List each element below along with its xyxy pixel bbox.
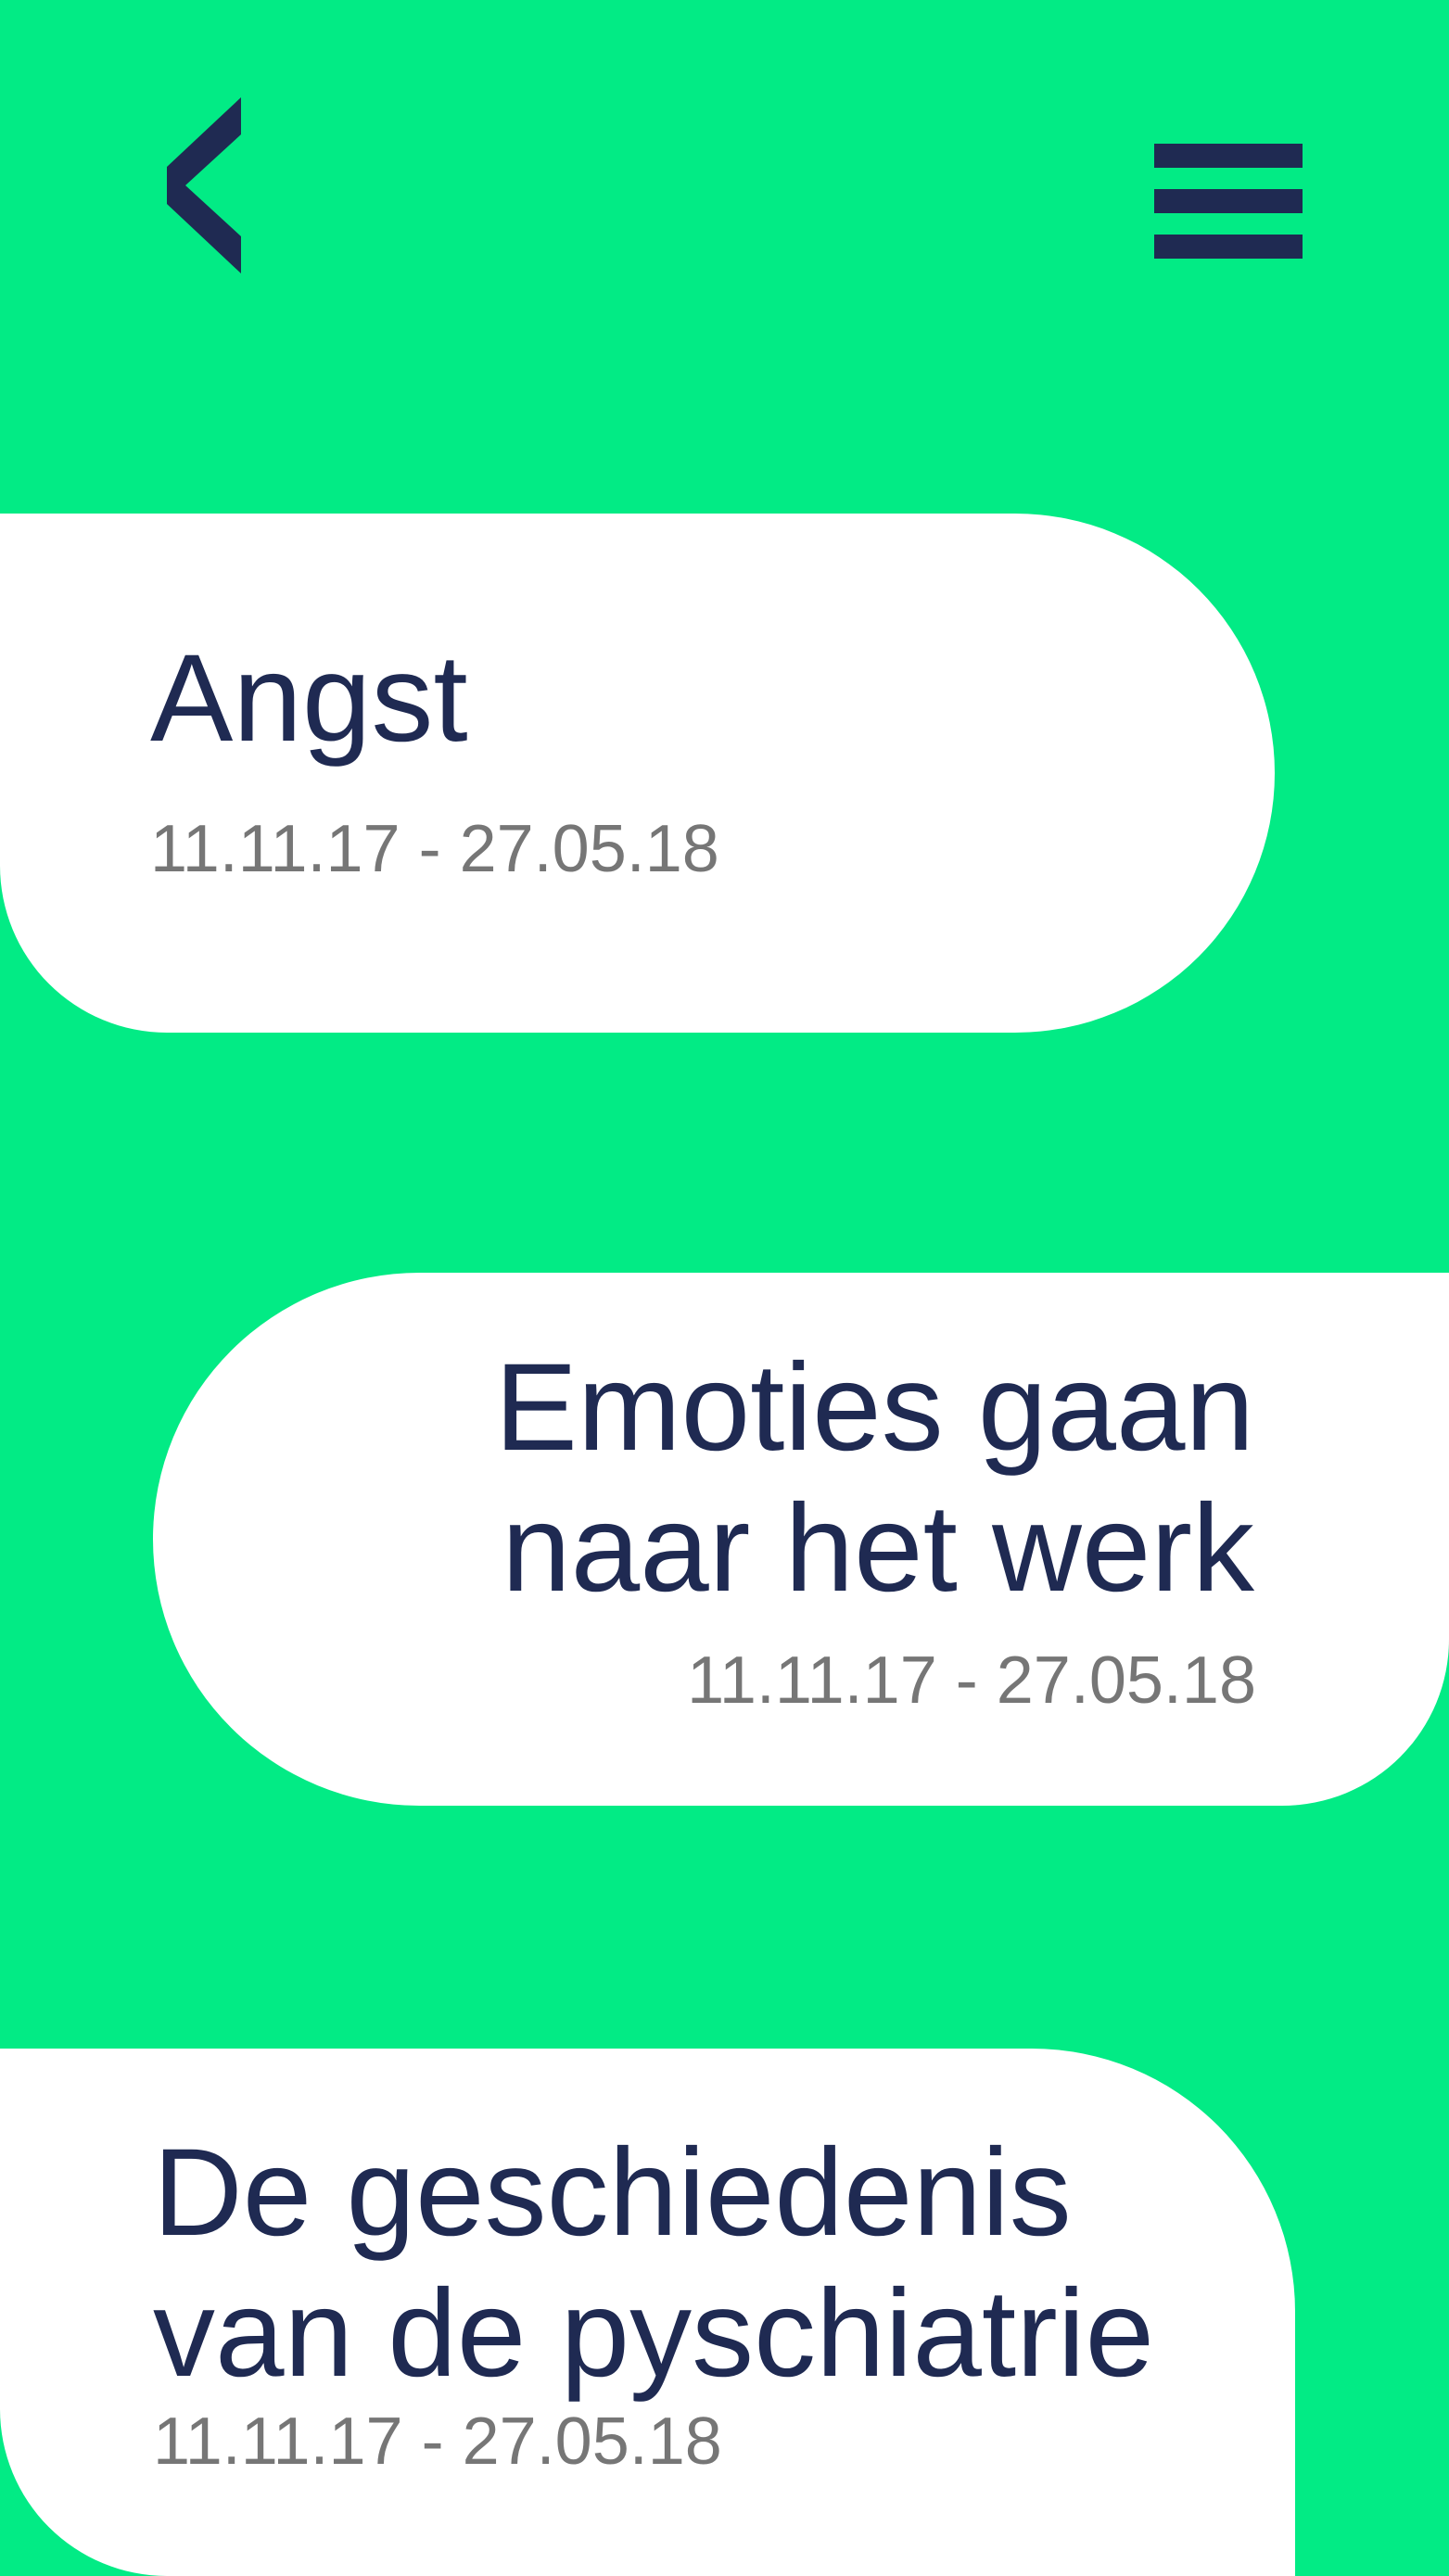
topic-card[interactable]: De geschiedenis van de pyschiatrie 11.11… [0, 2049, 1295, 2576]
hamburger-menu-icon [1154, 144, 1303, 259]
topic-dates: 11.11.17 - 27.05.18 [150, 812, 719, 886]
back-button[interactable] [148, 97, 278, 311]
menu-button[interactable] [1136, 125, 1303, 273]
topic-dates: 11.11.17 - 27.05.18 [153, 2405, 722, 2479]
top-bar [0, 0, 1449, 297]
topic-card[interactable]: Angst 11.11.17 - 27.05.18 [0, 514, 1275, 1033]
topic-title: De geschiedenis van de pyschiatrie [153, 2124, 1155, 2403]
topic-title: Emoties gaan naar het werk [494, 1339, 1254, 1618]
topic-card[interactable]: Emoties gaan naar het werk 11.11.17 - 27… [153, 1273, 1449, 1806]
chevron-left-icon [167, 97, 241, 273]
topic-dates: 11.11.17 - 27.05.18 [687, 1643, 1256, 1718]
topic-title: Angst [150, 629, 468, 768]
